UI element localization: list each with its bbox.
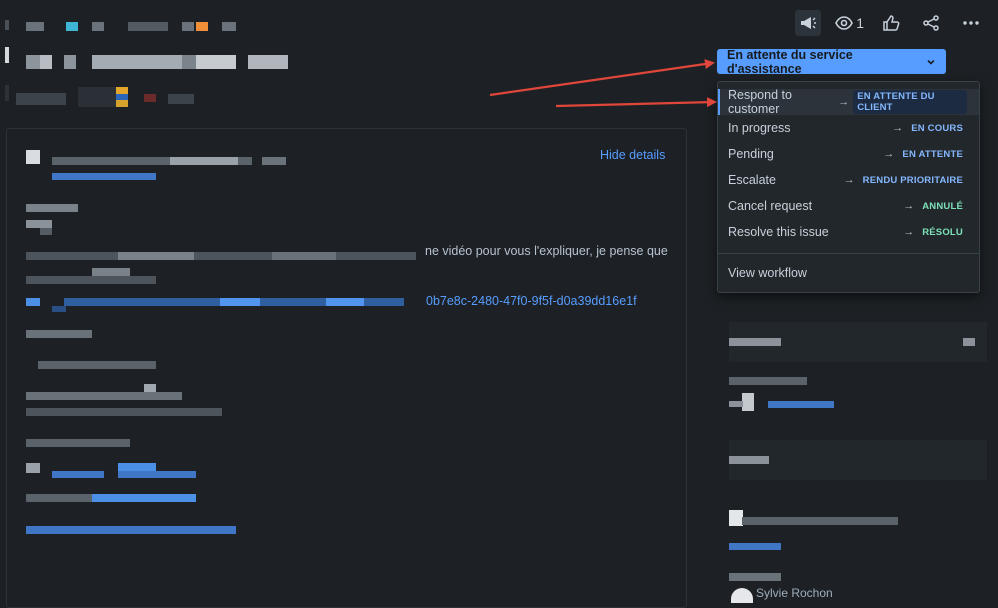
arrow-right-icon: → [883,148,895,160]
chevron-down-icon [927,59,935,65]
hide-details-link[interactable]: Hide details [600,148,665,162]
annotation-arrow-to-status-button [489,59,715,97]
annotation-arrow-to-respond-item [555,97,717,108]
details-body-text: ne vidéo pour vous l'expliquer, je pense… [425,244,668,258]
arrow-right-icon: → [843,174,855,186]
details-link[interactable]: 0b7e8c-2480-47f0-9f5f-d0a39dd16e1f [426,294,637,308]
watch-count: 1 [856,15,864,31]
target-status-lozenge: RÉSOLU [922,226,963,238]
menu-item-label: Respond to customer [728,88,792,116]
target-status-lozenge: RENDU PRIORITAIRE [862,174,963,186]
menu-item-pending[interactable]: Pending → EN ATTENTE [718,141,979,167]
menu-item-cancel-request[interactable]: Cancel request → ANNULÉ [718,193,979,219]
target-status-lozenge: EN ATTENTE DU CLIENT [853,90,967,114]
menu-item-label: Pending [728,147,774,161]
status-button-label: En attente du service d'assistance [727,47,853,76]
arrow-right-icon: → [903,200,915,212]
menu-item-label: Resolve this issue [728,225,829,239]
menu-item-resolve-this-issue[interactable]: Resolve this issue → RÉSOLU [718,219,979,245]
menu-divider [718,253,979,254]
arrow-right-icon: → [903,226,915,238]
share-icon[interactable] [918,10,944,36]
eye-icon [835,16,854,30]
menu-item-label: In progress [728,121,791,135]
menu-item-in-progress[interactable]: In progress → EN COURS [718,115,979,141]
menu-item-escalate[interactable]: Escalate → RENDU PRIORITAIRE [718,167,979,193]
thumbs-up-icon[interactable] [878,10,904,36]
arrow-right-icon: → [892,122,904,134]
more-icon[interactable] [958,10,984,36]
menu-item-label: View workflow [728,266,807,280]
menu-item-respond-to-customer[interactable]: Respond to customer → EN ATTENTE DU CLIEN… [718,88,979,116]
target-status-lozenge: EN COURS [911,122,963,134]
status-menu: Respond to customer → EN ATTENTE DU CLIEN… [717,81,980,293]
target-status-lozenge: EN ATTENTE [902,148,963,160]
header-actions: 1 [795,10,984,36]
watch-button[interactable]: 1 [835,10,864,36]
megaphone-icon[interactable] [795,10,822,36]
menu-item-label: Cancel request [728,199,813,213]
menu-item-label: Escalate [728,173,776,187]
status-button[interactable]: En attente du service d'assistance [717,47,946,76]
sidebar-person-name: Sylvie Rochon [756,586,833,600]
menu-item-view-workflow[interactable]: View workflow [718,260,979,286]
arrow-right-icon: → [838,96,850,108]
target-status-lozenge: ANNULÉ [922,200,963,212]
